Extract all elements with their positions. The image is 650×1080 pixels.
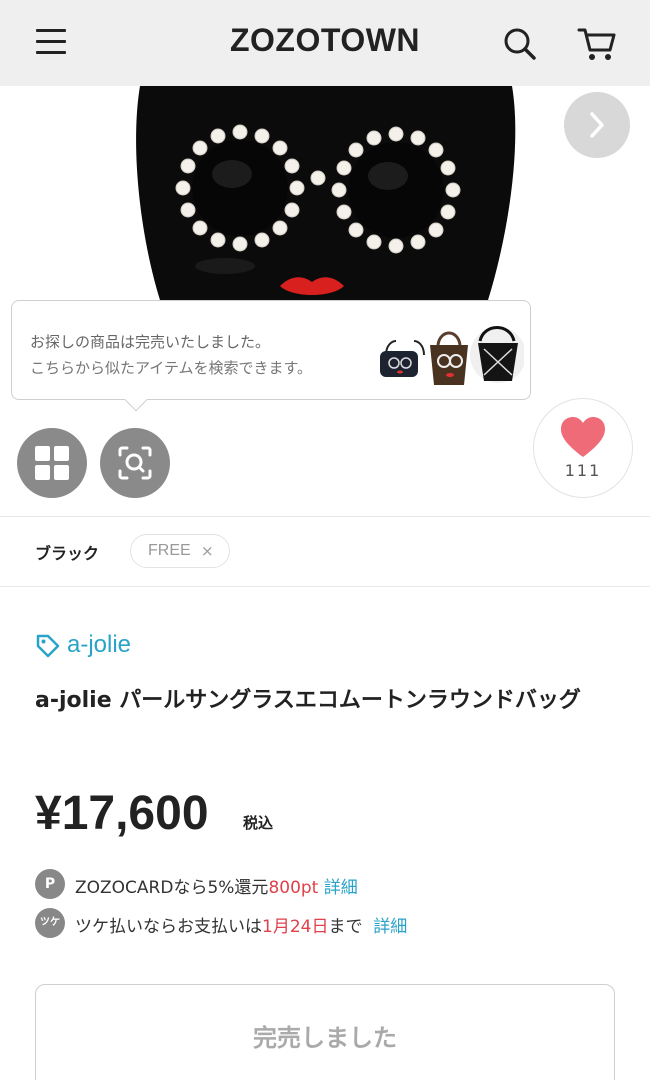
zozocard-offer: P ZOZOCARDなら5%還元800pt 詳細 xyxy=(35,869,635,899)
tag-icon xyxy=(36,634,60,658)
heart-icon xyxy=(561,417,605,457)
brand-name: a-jolie xyxy=(67,631,132,658)
product-price: ¥17,600 xyxy=(35,787,209,840)
points-amount: 800pt xyxy=(268,878,319,898)
grid-view-button[interactable] xyxy=(17,428,87,498)
favorite-button[interactable]: 111 xyxy=(533,398,633,498)
brown-bag-thumb xyxy=(430,331,468,385)
next-image-button[interactable] xyxy=(564,92,630,158)
product-title: a-jolie パールサングラスエコムートンラウンドバッグ xyxy=(35,688,581,713)
similar-items-tooltip[interactable]: お探しの商品は完売いたしました。 こちらから似たアイテムを検索できます。 xyxy=(11,300,531,412)
similar-search-message: こちらから似たアイテムを検索できます。 xyxy=(30,359,313,377)
points-badge-icon: P xyxy=(35,869,65,899)
grid-icon xyxy=(35,446,69,480)
top-header: ZOZOTOWN xyxy=(0,0,650,86)
zozotown-logo[interactable]: ZOZOTOWN xyxy=(0,22,650,59)
soldout-message: お探しの商品は完売いたしました。 xyxy=(30,333,271,351)
tsuke-offer: ツケ ツケ払いならお支払いは1月24日まで 詳細 xyxy=(35,908,635,938)
image-search-button[interactable] xyxy=(100,428,170,498)
soldout-button-label: 完売しました xyxy=(253,1024,397,1052)
tsuke-badge-icon: ツケ xyxy=(35,908,65,938)
size-label: FREE xyxy=(148,542,191,559)
zozocard-details-link[interactable]: 詳細 xyxy=(324,878,358,898)
size-chip-free[interactable]: FREE × xyxy=(130,534,230,568)
tsuke-offer-text: ツケ払いならお支払いは xyxy=(75,917,262,937)
search-icon[interactable] xyxy=(500,24,540,64)
tsuke-details-link[interactable]: 詳細 xyxy=(373,917,407,937)
navy-bag-thumb xyxy=(380,340,425,377)
favorite-count: 111 xyxy=(564,461,602,480)
color-label: ブラック xyxy=(35,544,100,563)
similar-item-thumbnails[interactable] xyxy=(374,319,526,391)
tsuke-due-date: 1月24日 xyxy=(262,917,329,937)
tsuke-offer-suffix: まで xyxy=(328,917,363,937)
image-search-icon xyxy=(118,446,152,480)
chevron-right-icon xyxy=(590,112,604,138)
black-bag-thumb xyxy=(470,326,526,383)
soldout-button[interactable]: 完売しました xyxy=(35,984,615,1080)
zozocard-offer-text: ZOZOCARDなら5%還元 xyxy=(75,878,269,898)
tax-label: 税込 xyxy=(243,814,274,832)
divider xyxy=(0,516,650,517)
soldout-mark: × xyxy=(201,542,214,560)
divider xyxy=(0,586,650,587)
cart-icon[interactable] xyxy=(576,24,616,64)
